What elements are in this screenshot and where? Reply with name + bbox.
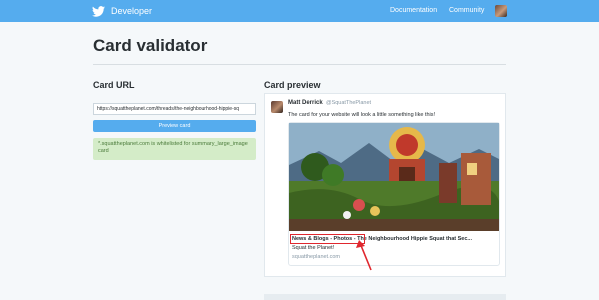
mural-image <box>289 123 499 231</box>
nav-link-community[interactable]: Community <box>449 7 484 14</box>
validator-log: *.squattheplanet.com is whitelisted for … <box>93 138 256 160</box>
brand-label: Developer <box>111 6 153 16</box>
top-nav: Developer Documentation Community <box>0 0 599 22</box>
user-avatar[interactable] <box>495 5 507 17</box>
annotation-arrow-icon <box>355 239 375 271</box>
tweet-avatar[interactable] <box>271 101 283 113</box>
card-preview-heading: Card preview <box>264 80 321 90</box>
card-image[interactable] <box>289 123 499 231</box>
nav-link-documentation[interactable]: Documentation <box>390 7 437 14</box>
card-url-input[interactable] <box>93 103 256 115</box>
card-description: Squat the Planet! <box>292 245 335 251</box>
tweet-author-handle[interactable]: @SquatThePlanet <box>326 100 371 106</box>
annotation-highlight-box <box>290 234 365 244</box>
brand[interactable]: Developer <box>92 4 152 18</box>
twitter-bird-icon <box>92 5 105 17</box>
next-section-strip <box>264 294 506 300</box>
preview-card-button[interactable]: Preview card <box>93 120 256 132</box>
tweet-text: The card for your website will look a li… <box>288 112 436 118</box>
tweet-author-name[interactable]: Matt Derrick <box>288 100 323 106</box>
card-domain[interactable]: squattheplanet.com <box>292 254 340 260</box>
page-title: Card validator <box>93 36 208 55</box>
card-url-heading: Card URL <box>93 80 135 90</box>
title-divider <box>93 64 506 65</box>
